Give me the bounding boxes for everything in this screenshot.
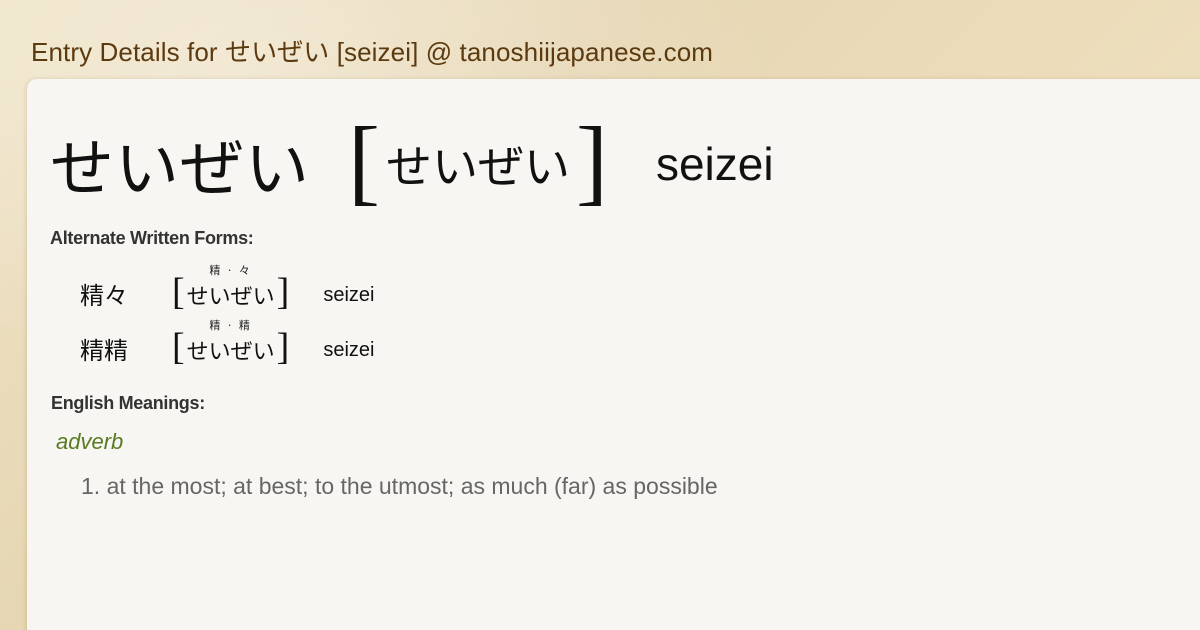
alternate-form-furigana: 精 · 々: [209, 264, 252, 277]
alternate-form-bracket-close: ]: [276, 326, 290, 368]
english-meanings-label: English Meanings:: [51, 393, 205, 413]
alternate-form-bracket-open: [: [172, 271, 185, 313]
headword-kana: せいぜい: [50, 133, 310, 207]
headword-bracket-close: ]: [575, 107, 608, 214]
alternate-form-bracket-open: [: [172, 326, 185, 368]
page-title: Entry Details for せいぜい [seizei] @ tanosh…: [31, 37, 714, 67]
alternate-form-romaji: seizei: [323, 284, 375, 306]
headword-reading: せいぜい: [385, 140, 570, 194]
alternate-form-ruby: 精 · 々 せいぜい: [187, 262, 275, 311]
alternate-form-row: 精精 [ 精 · 精 せいぜい ] seizei: [80, 317, 374, 366]
alternate-form-furigana: 精 · 精: [209, 319, 252, 332]
alternate-form-romaji: seizei: [323, 339, 375, 361]
alternate-form-reading: せいぜい: [186, 340, 275, 365]
headword-bracket-open: [: [348, 107, 380, 214]
part-of-speech: adverb: [56, 429, 124, 454]
alternate-form-bracket-close: ]: [276, 271, 290, 313]
alternate-form-ruby: 精 · 精 せいぜい: [187, 317, 275, 366]
alternate-form-reading: せいぜい: [186, 285, 275, 310]
alternate-form-kanji: 精精: [80, 337, 128, 365]
headword: せいぜい [ せいぜい ] seizei: [50, 113, 774, 210]
alternate-forms-label: Alternate Written Forms:: [50, 228, 254, 248]
meaning-item: 1. at the most; at best; to the utmost; …: [81, 473, 718, 499]
alternate-form-kanji: 精々: [80, 282, 128, 310]
headword-romaji: seizei: [655, 138, 774, 190]
alternate-form-row: 精々 [ 精 · 々 せいぜい ] seizei: [80, 262, 374, 311]
